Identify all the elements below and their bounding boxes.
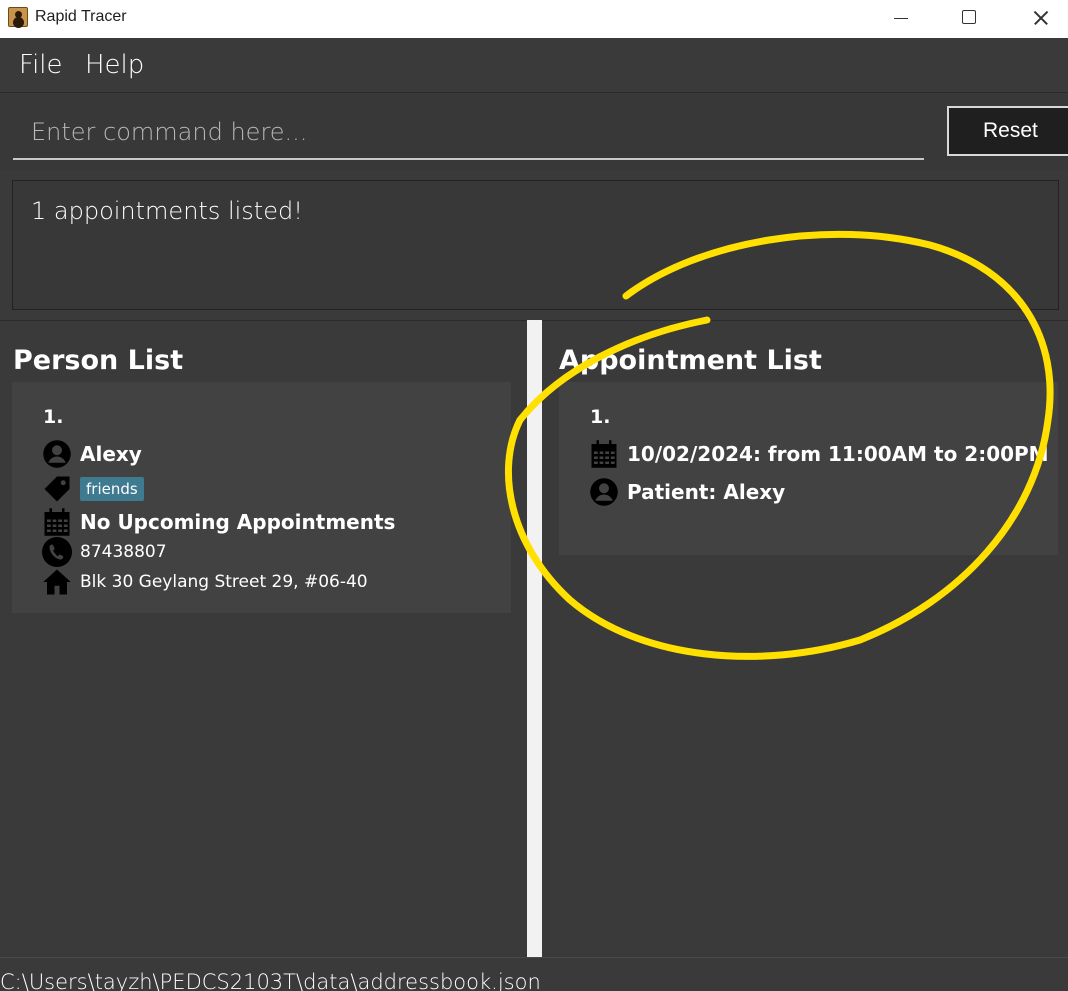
result-display: 1 appointments listed! (12, 180, 1059, 310)
person-card[interactable]: 1. Alexy friends No Upcoming Appointment… (12, 382, 511, 613)
appointment-datetime-row: 10/02/2024: from 11:00AM to 2:00PM (589, 439, 1049, 469)
person-tag: friends (80, 477, 144, 501)
person-appointments: No Upcoming Appointments (80, 510, 396, 534)
close-button[interactable] (1016, 0, 1062, 38)
person-address-row: Blk 30 Geylang Street 29, #06-40 (42, 567, 368, 597)
person-list-title: Person List (13, 345, 184, 376)
title-bar: Rapid Tracer (0, 0, 1068, 38)
minimize-button[interactable] (878, 0, 924, 38)
appointment-card-index: 1. (590, 406, 611, 428)
appointment-list-title: Appointment List (559, 345, 822, 376)
menu-file[interactable]: File (19, 50, 63, 80)
command-input[interactable] (13, 106, 924, 160)
calendar-icon (44, 508, 70, 536)
tag-icon (44, 476, 70, 502)
result-message: 1 appointments listed! (31, 197, 303, 225)
menu-bar: File Help (0, 38, 1068, 93)
phone-icon (42, 537, 72, 567)
person-tag-row: friends (42, 474, 144, 504)
calendar-icon (591, 440, 617, 468)
person-icon (43, 440, 71, 468)
person-appointments-row: No Upcoming Appointments (42, 507, 395, 537)
status-file-path: C:\Users\tayzh\PEDCS2103T\data\addressbo… (0, 970, 541, 991)
appointment-patient-row: Patient: Alexy (589, 477, 785, 507)
person-name-row: Alexy (42, 439, 142, 469)
split-pane-divider[interactable] (527, 320, 542, 957)
menu-help[interactable]: Help (85, 50, 144, 80)
app-icon (8, 7, 28, 27)
appointment-card[interactable]: 1. 10/02/2024: from 11:00AM to 2:00PM Pa… (559, 382, 1058, 555)
person-name: Alexy (80, 442, 142, 466)
maximize-button[interactable] (946, 0, 992, 38)
home-icon (43, 569, 71, 595)
reset-button[interactable]: Reset (947, 106, 1068, 156)
person-address: Blk 30 Geylang Street 29, #06-40 (80, 572, 368, 592)
person-icon (590, 478, 618, 506)
status-bar: C:\Users\tayzh\PEDCS2103T\data\addressbo… (0, 957, 1068, 991)
person-phone-row: 87438807 (42, 537, 167, 567)
appointment-patient: Patient: Alexy (627, 480, 786, 504)
person-phone: 87438807 (80, 542, 167, 562)
appointment-datetime: 10/02/2024: from 11:00AM to 2:00PM (627, 442, 1049, 466)
window-title: Rapid Tracer (35, 8, 127, 25)
person-card-index: 1. (43, 406, 64, 428)
